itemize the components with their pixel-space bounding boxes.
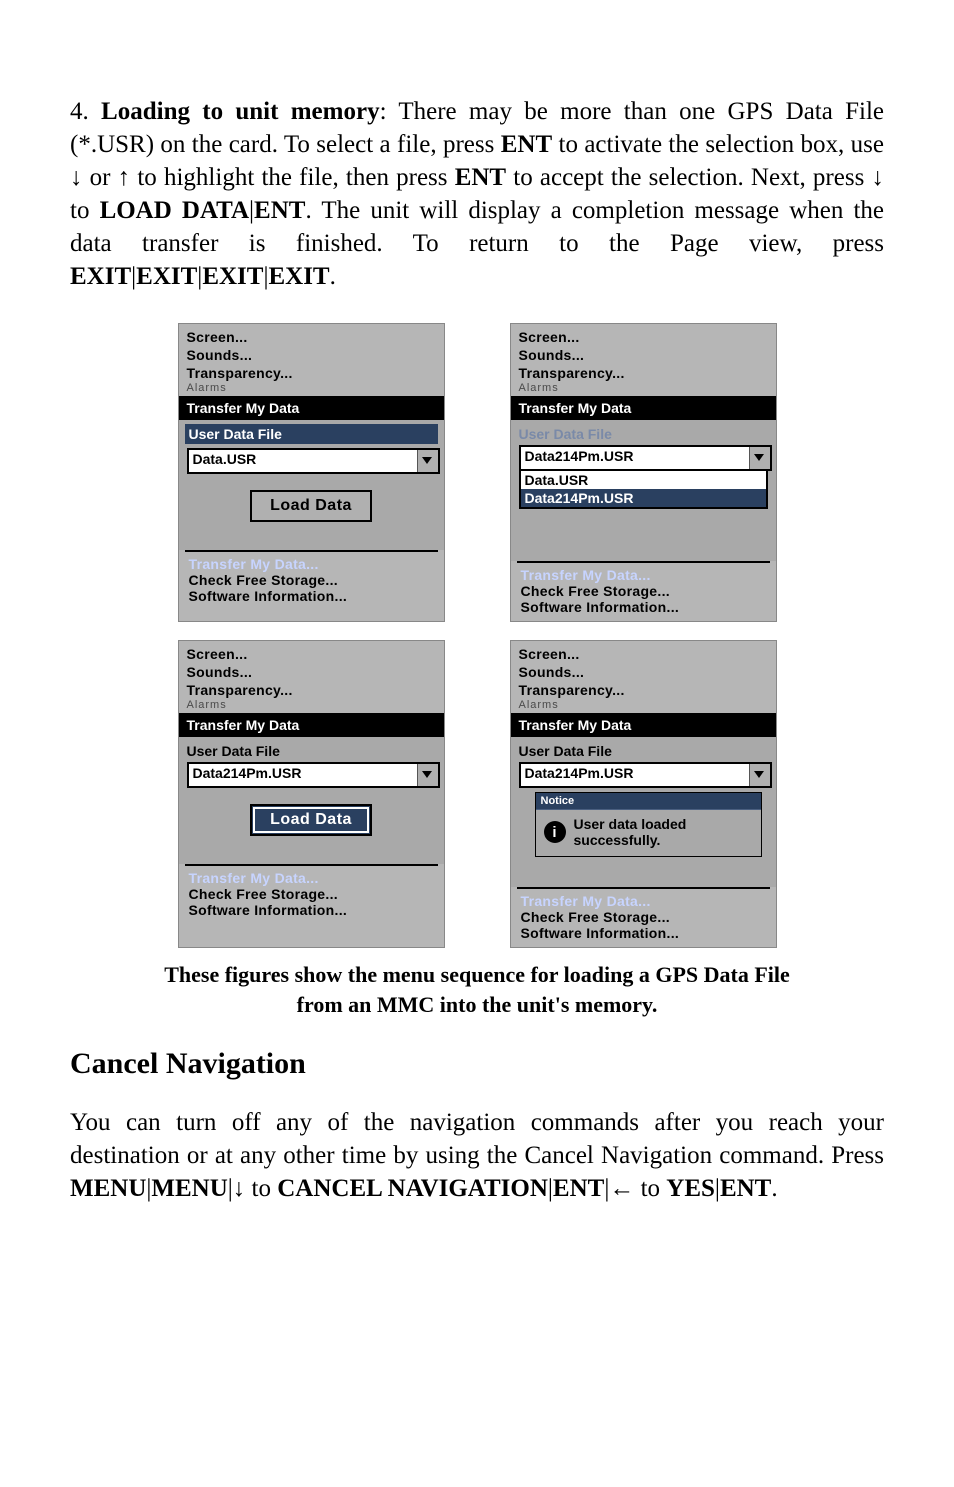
menu-item[interactable]: Check Free Storage... [521, 909, 766, 925]
dropdown-value: Data214Pm.USR [521, 447, 749, 469]
dropdown-value: Data.USR [189, 450, 417, 472]
user-data-file-dropdown[interactable]: Data214Pm.USR [519, 762, 772, 788]
menu-item[interactable]: Transparency... [519, 681, 768, 699]
menu-item[interactable]: Software Information... [521, 599, 766, 615]
dropdown-arrow-icon[interactable] [417, 450, 438, 472]
menu-item[interactable]: Transparency... [187, 681, 436, 699]
dialog-title: Transfer My Data [179, 713, 444, 737]
menu-item[interactable]: Screen... [519, 645, 768, 663]
menu-item[interactable]: Sounds... [187, 663, 436, 681]
menu-item[interactable]: Transfer My Data... [521, 893, 766, 909]
dropdown-option-selected[interactable]: Data214Pm.USR [521, 489, 766, 507]
menu-item[interactable]: Transfer My Data... [189, 556, 434, 572]
field-label: User Data File [519, 743, 768, 759]
field-label-highlighted: User Data File [185, 424, 438, 444]
dialog-title: Transfer My Data [511, 396, 776, 420]
key-ent: ENT [553, 1175, 604, 1202]
dropdown-value: Data214Pm.USR [521, 764, 749, 786]
dropdown-arrow-icon[interactable] [749, 447, 770, 469]
cancel-navigation-paragraph: You can turn off any of the navigation c… [70, 1106, 884, 1205]
info-icon: i [544, 821, 566, 843]
device-screenshot-2: Screen... Sounds... Transparency... Alar… [510, 323, 777, 622]
key-ent: ENT [455, 164, 506, 191]
device-screenshot-3: Screen... Sounds... Transparency... Alar… [178, 640, 445, 948]
menu-item[interactable]: Check Free Storage... [189, 886, 434, 902]
menu-item-cutoff: Alarms [519, 382, 768, 394]
intro-paragraph: 4. Loading to unit memory: There may be … [70, 95, 884, 293]
menu-item[interactable]: Sounds... [519, 663, 768, 681]
menu-item[interactable]: Transfer My Data... [521, 567, 766, 583]
dialog-title: Transfer My Data [179, 396, 444, 420]
user-data-file-dropdown[interactable]: Data214Pm.USR [187, 762, 440, 788]
menu-item[interactable]: Check Free Storage... [189, 572, 434, 588]
figure-caption: These figures show the menu sequence for… [70, 960, 884, 1019]
menu-item[interactable]: Transparency... [187, 364, 436, 382]
menu-item[interactable]: Sounds... [519, 346, 768, 364]
field-label: User Data File [187, 743, 436, 759]
key-exit: EXIT [70, 263, 131, 290]
menu-item-cutoff: Alarms [187, 382, 436, 394]
load-data-button-active[interactable]: Load Data [250, 804, 372, 836]
key-ent: ENT [254, 197, 305, 224]
menu-item[interactable]: Check Free Storage... [521, 583, 766, 599]
cmd-cancel-navigation: CANCEL NAVIGATION [277, 1175, 548, 1202]
menu-item[interactable]: Software Information... [189, 588, 434, 604]
menu-item[interactable]: Screen... [187, 328, 436, 346]
cmd-yes: YES [666, 1175, 715, 1202]
key-ent: ENT [501, 131, 552, 158]
cmd-load-data: LOAD DATA [100, 197, 249, 224]
key-ent: ENT [720, 1175, 771, 1202]
load-data-button[interactable]: Load Data [250, 490, 372, 522]
menu-item[interactable]: Sounds... [187, 346, 436, 364]
notice-title: Notice [536, 793, 761, 810]
dropdown-value: Data214Pm.USR [189, 764, 417, 786]
field-label: User Data File [519, 426, 768, 442]
menu-item[interactable]: Software Information... [521, 925, 766, 941]
menu-item[interactable]: Transparency... [519, 364, 768, 382]
section-heading-cancel-navigation: Cancel Navigation [70, 1047, 884, 1081]
dropdown-arrow-icon[interactable] [749, 764, 770, 786]
menu-item-cutoff: Alarms [519, 699, 768, 711]
menu-item[interactable]: Software Information... [189, 902, 434, 918]
menu-item[interactable]: Transfer My Data... [189, 870, 434, 886]
key-exit: EXIT [202, 263, 263, 290]
menu-item[interactable]: Screen... [187, 645, 436, 663]
notice-message: User data loaded successfully. [574, 816, 687, 848]
dropdown-arrow-icon[interactable] [417, 764, 438, 786]
key-menu: MENU [70, 1175, 146, 1202]
user-data-file-dropdown[interactable]: Data.USR [187, 448, 440, 474]
menu-item-cutoff: Alarms [187, 699, 436, 711]
dialog-title: Transfer My Data [511, 713, 776, 737]
menu-item[interactable]: Screen... [519, 328, 768, 346]
user-data-file-dropdown[interactable]: Data214Pm.USR [519, 445, 772, 471]
step-number: 4. [70, 98, 101, 125]
notice-popup: Notice i User data loaded successfully. [535, 792, 762, 857]
key-exit: EXIT [136, 263, 197, 290]
dropdown-listbox[interactable]: Data.USR Data214Pm.USR [519, 469, 768, 509]
key-menu: MENU [151, 1175, 227, 1202]
dropdown-option[interactable]: Data.USR [521, 471, 766, 489]
device-screenshot-4: Screen... Sounds... Transparency... Alar… [510, 640, 777, 948]
key-exit: EXIT [268, 263, 329, 290]
device-screenshot-1: Screen... Sounds... Transparency... Alar… [178, 323, 445, 622]
step-heading: Loading to unit memory [101, 98, 380, 125]
